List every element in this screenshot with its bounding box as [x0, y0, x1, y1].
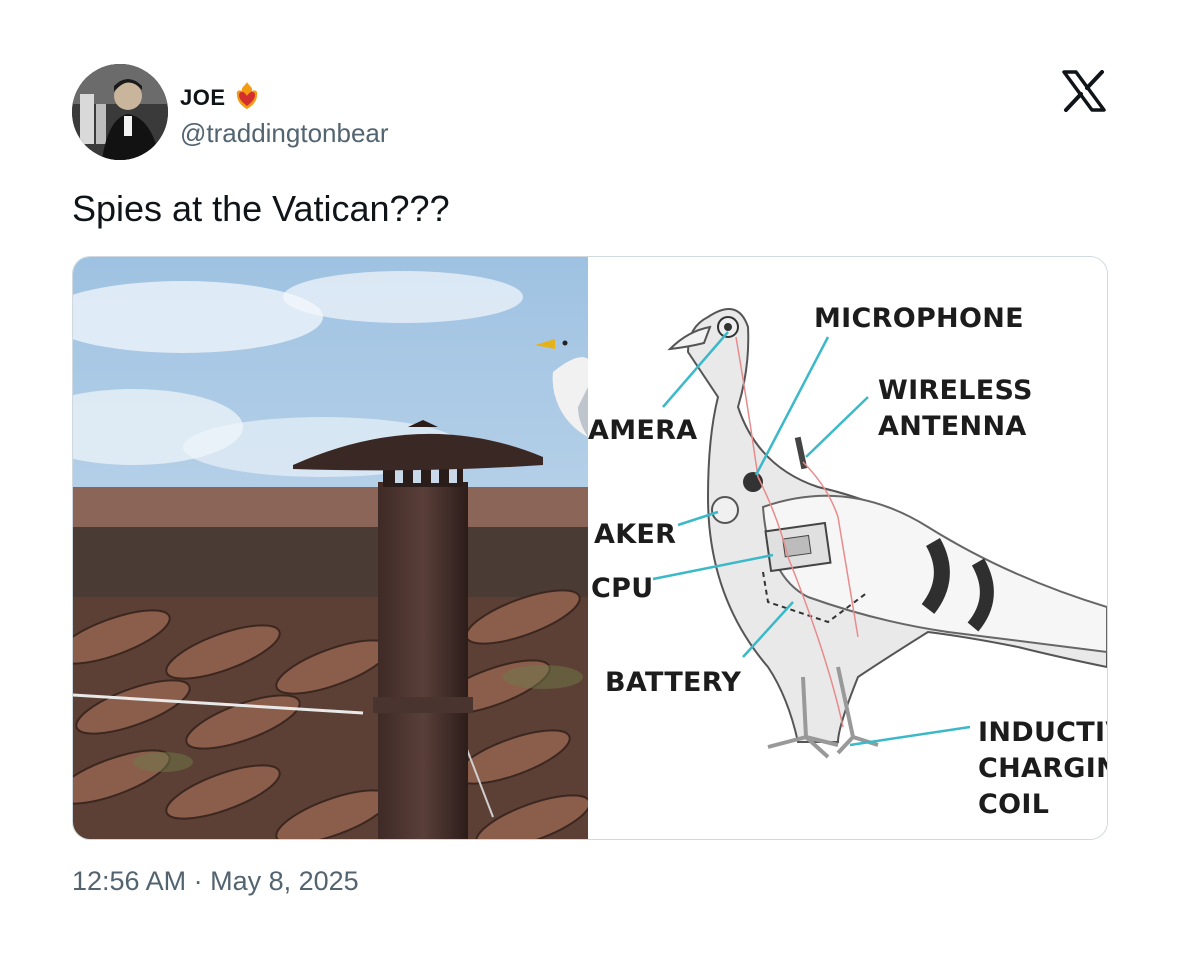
label-camera: AMERA	[588, 415, 698, 446]
pigeon-diagram[interactable]: MICROPHONE AMERA WIRELESS ANTENNA AKER C…	[588, 257, 1107, 839]
tweet-text: Spies at the Vatican???	[72, 188, 450, 229]
label-wireless-antenna-1: WIRELESS	[878, 375, 1033, 406]
label-speaker: AKER	[594, 519, 677, 550]
label-wireless-antenna-2: ANTENNA	[878, 411, 1027, 442]
author-name[interactable]: JOE	[180, 80, 262, 116]
label-cpu: CPU	[591, 573, 654, 604]
flaming-heart-icon	[232, 80, 262, 116]
author-display-name[interactable]: JOE	[180, 85, 226, 111]
tweet-media[interactable]: MICROPHONE AMERA WIRELESS ANTENNA AKER C…	[72, 256, 1108, 840]
label-charging-2: CHARGIN	[978, 753, 1108, 784]
label-charging-1: INDUCTIV	[978, 717, 1107, 748]
x-logo-icon[interactable]	[1062, 70, 1106, 112]
label-microphone: MICROPHONE	[814, 303, 1024, 334]
tweet-card: JOE @traddingtonbear Spies at the Vatica…	[0, 0, 1180, 968]
label-charging-3: COIL	[978, 789, 1050, 820]
author-handle[interactable]: @traddingtonbear	[180, 118, 389, 149]
chimney-photo[interactable]	[73, 257, 591, 839]
tweet-timestamp[interactable]: 12:56 AM · May 8, 2025	[72, 866, 359, 897]
avatar[interactable]	[72, 64, 168, 160]
label-battery: BATTERY	[605, 667, 742, 698]
